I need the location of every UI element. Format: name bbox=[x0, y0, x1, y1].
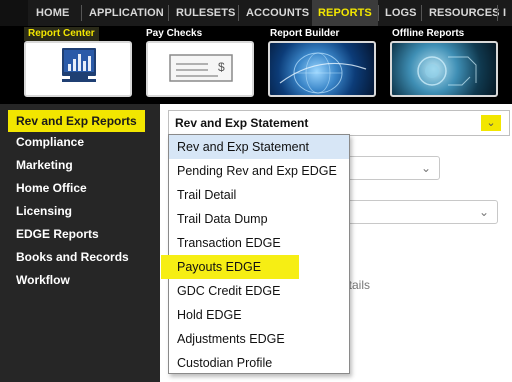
nav-logs[interactable]: LOGS bbox=[385, 0, 417, 26]
nav-resources[interactable]: RESOURCES bbox=[429, 0, 500, 26]
nav-left-spacer bbox=[0, 0, 28, 26]
report-center-tile[interactable] bbox=[24, 41, 132, 97]
sidebar-item-rev-and-exp-reports[interactable]: Rev and Exp Reports bbox=[8, 110, 145, 132]
tech-image bbox=[417, 56, 477, 86]
nav-overflow-item[interactable]: I bbox=[503, 0, 506, 26]
nav-separator bbox=[378, 5, 379, 21]
tile-label-pay-checks[interactable]: Pay Checks bbox=[146, 27, 202, 41]
report-type-select-value: Rev and Exp Statement bbox=[175, 116, 309, 130]
pay-checks-tile[interactable]: $ bbox=[146, 41, 254, 97]
chevron-down-icon: ⌄ bbox=[478, 205, 489, 219]
sidebar-item-workflow[interactable]: Workflow bbox=[16, 269, 70, 291]
nav-home[interactable]: HOME bbox=[36, 0, 69, 26]
report-type-dropdown-list: Rev and Exp Statement Pending Rev and Ex… bbox=[161, 134, 350, 375]
nav-application[interactable]: APPLICATION bbox=[89, 0, 164, 26]
nav-rulesets[interactable]: RULESETS bbox=[176, 0, 235, 26]
sidebar-item-home-office[interactable]: Home Office bbox=[16, 177, 87, 199]
nav-separator bbox=[497, 5, 498, 21]
tile-label-report-builder[interactable]: Report Builder bbox=[270, 27, 339, 41]
chevron-down-icon: ⌄ bbox=[420, 161, 431, 175]
sidebar-item-compliance[interactable]: Compliance bbox=[16, 131, 84, 153]
nav-separator bbox=[81, 5, 82, 21]
report-builder-tile[interactable] bbox=[268, 41, 376, 97]
monitor-chart-icon bbox=[26, 43, 130, 95]
nav-separator bbox=[421, 5, 422, 21]
sidebar-item-marketing[interactable]: Marketing bbox=[16, 154, 73, 176]
secondary-select[interactable]: ⌄ bbox=[340, 156, 440, 180]
dropdown-option-highlighted[interactable]: Payouts EDGE bbox=[161, 255, 299, 279]
offline-reports-tile[interactable] bbox=[390, 41, 498, 97]
report-type-select[interactable]: Rev and Exp Statement ⌄ bbox=[168, 110, 510, 136]
nav-separator bbox=[238, 5, 239, 21]
dropdown-option[interactable]: Transaction EDGE bbox=[169, 231, 349, 255]
dropdown-option[interactable]: Trail Data Dump bbox=[169, 207, 349, 231]
nav-reports[interactable]: REPORTS bbox=[312, 0, 378, 26]
dropdown-option[interactable]: GDC Credit EDGE bbox=[169, 279, 349, 303]
globe-image bbox=[279, 52, 367, 94]
dropdown-option[interactable]: Trail Detail bbox=[169, 183, 349, 207]
nav-separator bbox=[168, 5, 169, 21]
nav-accounts[interactable]: ACCOUNTS bbox=[246, 0, 309, 26]
reports-sidebar: Rev and Exp Reports Compliance Marketing… bbox=[0, 104, 160, 382]
check-icon: $ bbox=[148, 43, 252, 95]
tile-label-offline-reports[interactable]: Offline Reports bbox=[392, 27, 464, 41]
dropdown-option[interactable]: Custodian Profile bbox=[169, 351, 349, 375]
dropdown-option[interactable]: Rev and Exp Statement bbox=[169, 135, 349, 159]
sidebar-item-licensing[interactable]: Licensing bbox=[16, 200, 72, 222]
dropdown-option[interactable]: Hold EDGE bbox=[169, 303, 349, 327]
sidebar-item-books-and-records[interactable]: Books and Records bbox=[16, 246, 129, 268]
top-navigation-bar: HOME APPLICATION RULESETS ACCOUNTS REPOR… bbox=[0, 0, 512, 27]
sidebar-item-edge-reports[interactable]: EDGE Reports bbox=[16, 223, 99, 245]
dropdown-option[interactable]: Adjustments EDGE bbox=[169, 327, 349, 351]
tertiary-select[interactable]: ⌄ bbox=[340, 200, 498, 224]
svg-text:$: $ bbox=[218, 60, 225, 74]
dropdown-option[interactable]: Pending Rev and Exp EDGE bbox=[169, 159, 349, 183]
chevron-down-icon[interactable]: ⌄ bbox=[481, 115, 501, 131]
tile-label-report-center[interactable]: Report Center bbox=[24, 27, 99, 41]
